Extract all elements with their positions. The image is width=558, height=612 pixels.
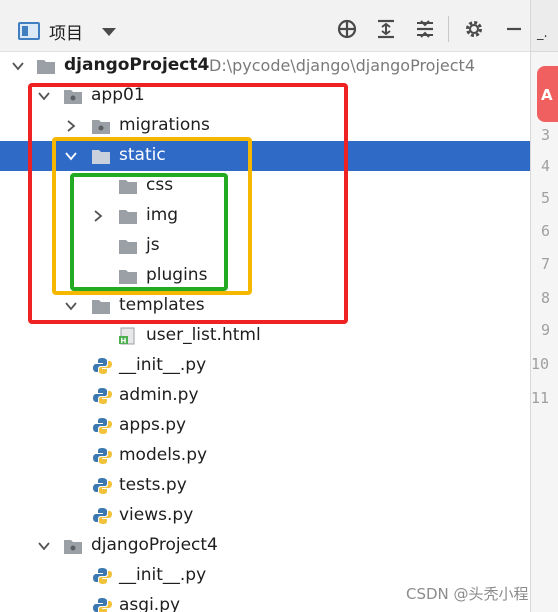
tree-row-css[interactable]: css (0, 171, 530, 201)
tree-item-label: asgi.py (119, 595, 181, 612)
tree-row-views-py[interactable]: views.py (0, 501, 530, 531)
tree-row-templates[interactable]: templates (0, 291, 530, 321)
watermark: CSDN @头秃小程 (406, 585, 529, 603)
tree-item-label: img (146, 205, 179, 225)
editor-tab[interactable]: _. (531, 0, 558, 52)
expand-all-icon[interactable] (373, 16, 399, 42)
tree-item-label: views.py (119, 505, 194, 525)
line-number: 10 (531, 355, 550, 373)
tree-row-static[interactable]: static (0, 141, 530, 171)
python-file-icon (92, 387, 112, 405)
ai-assistant-badge[interactable]: A (537, 66, 558, 122)
folder-icon (36, 57, 56, 75)
tree-row-app01[interactable]: app01 (0, 81, 530, 111)
tree-row-plugins[interactable]: plugins (0, 261, 530, 291)
editor-gutter-strip: _. A 3 4 5 6 7 8 9 10 11 (530, 0, 558, 612)
tree-row-tests-py[interactable]: tests.py (0, 471, 530, 501)
gear-icon[interactable] (461, 16, 487, 42)
tree-item-label: migrations (119, 115, 210, 135)
folder-icon (118, 207, 138, 225)
line-number: 5 (541, 189, 551, 207)
python-file-icon (92, 447, 112, 465)
tree-row-djangoproject4-package[interactable]: djangoProject4 (0, 531, 530, 561)
line-number: 6 (541, 222, 551, 240)
tree-item-label: css (146, 175, 174, 195)
tree-item-label: js (146, 235, 160, 255)
svg-text:H: H (121, 337, 127, 345)
chevron-down-icon[interactable] (12, 60, 24, 72)
chevron-down-icon[interactable] (102, 28, 116, 36)
folder-icon (118, 177, 138, 195)
project-toolbar: 项目 (0, 0, 530, 52)
python-file-icon (92, 567, 112, 585)
python-file-icon (92, 477, 112, 495)
folder-icon (118, 267, 138, 285)
line-number: 4 (541, 157, 551, 175)
minimize-icon[interactable] (501, 16, 527, 42)
folder-icon (91, 147, 111, 165)
tree-item-label: templates (119, 295, 205, 315)
chevron-down-icon[interactable] (65, 150, 77, 162)
project-view-icon[interactable] (18, 22, 40, 40)
tree-item-label: __init__.py (119, 565, 207, 585)
package-icon (91, 117, 111, 135)
line-number: 9 (541, 321, 551, 339)
tree-item-label: apps.py (119, 415, 187, 435)
package-icon (63, 537, 83, 555)
tree-item-label: user_list.html (146, 325, 261, 345)
tree-item-label: djangoProject4 (91, 535, 218, 555)
chevron-down-icon[interactable] (38, 90, 50, 102)
folder-icon (118, 237, 138, 255)
tree-item-label: static (119, 145, 166, 165)
project-path: D:\pycode\django\djangoProject4 (209, 56, 475, 75)
tree-row-apps-py[interactable]: apps.py (0, 411, 530, 441)
tree-item-label: admin.py (119, 385, 199, 405)
line-number: 8 (541, 289, 551, 307)
tree-row-root[interactable]: djangoProject4 D:\pycode\django\djangoPr… (0, 51, 530, 81)
tree-item-label: plugins (146, 265, 208, 285)
html-file-icon: H (118, 327, 138, 345)
line-number: 7 (541, 255, 551, 273)
tree-row-models-py[interactable]: models.py (0, 441, 530, 471)
tree-item-label: tests.py (119, 475, 187, 495)
chevron-right-icon[interactable] (92, 210, 104, 222)
tree-row-js[interactable]: js (0, 231, 530, 261)
tree-row-migrations[interactable]: migrations (0, 111, 530, 141)
toolbar-divider (448, 16, 449, 42)
tree-item-label: app01 (91, 85, 145, 105)
tree-row-user-list-html[interactable]: H user_list.html (0, 321, 530, 351)
python-file-icon (92, 597, 112, 612)
chevron-down-icon[interactable] (65, 300, 77, 312)
tree-row-init-py[interactable]: __init__.py (0, 351, 530, 381)
chevron-down-icon[interactable] (38, 540, 50, 552)
tree-item-label: djangoProject4 (64, 55, 210, 75)
line-number: 3 (541, 126, 551, 144)
editor-tab-label: _. (537, 26, 548, 41)
badge-label: A (541, 86, 553, 104)
tree-item-label: models.py (119, 445, 208, 465)
python-file-icon (92, 357, 112, 375)
collapse-all-icon[interactable] (412, 16, 438, 42)
chevron-right-icon[interactable] (65, 120, 77, 132)
python-file-icon (92, 507, 112, 525)
line-number: 11 (531, 389, 550, 407)
tree-row-img[interactable]: img (0, 201, 530, 231)
tree-item-label: __init__.py (119, 355, 207, 375)
tree-row-admin-py[interactable]: admin.py (0, 381, 530, 411)
package-icon (63, 87, 83, 105)
python-file-icon (92, 417, 112, 435)
project-view-title[interactable]: 项目 (49, 19, 83, 44)
folder-icon (91, 297, 111, 315)
locate-target-icon[interactable] (334, 16, 360, 42)
